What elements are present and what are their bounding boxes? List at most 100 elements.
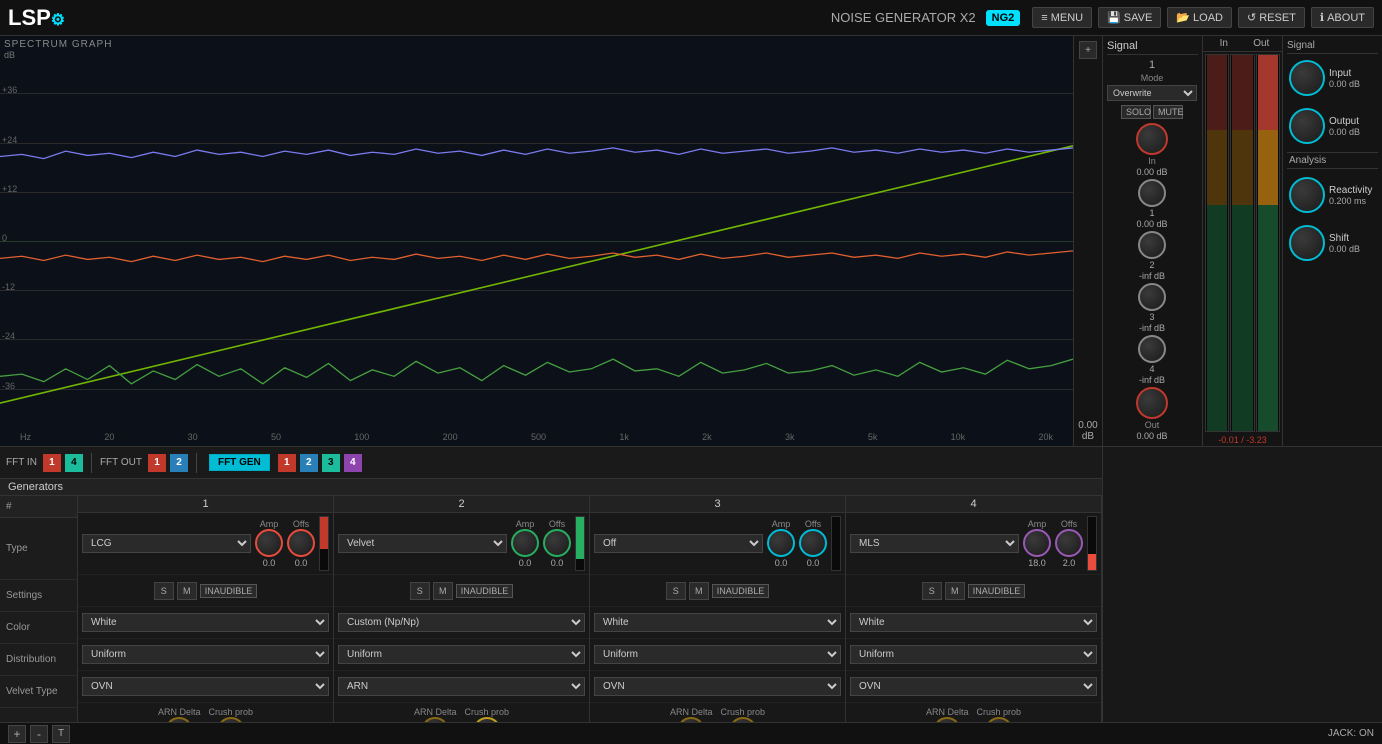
- gen-ch2-s-btn[interactable]: S: [410, 582, 430, 600]
- gen-ch2-m-btn[interactable]: M: [433, 582, 453, 600]
- gen-labels-col: # Type Settings Color Distribution Velve…: [0, 496, 78, 722]
- gen-ch1-amp-knob[interactable]: [255, 529, 283, 557]
- gen-ch3-crush-prob-knob[interactable]: [729, 717, 757, 722]
- gen-ch3-offs-knob[interactable]: [799, 529, 827, 557]
- gen-ch1-offs-val: 0.0: [295, 558, 308, 568]
- reset-button[interactable]: ↺ RESET: [1238, 7, 1305, 28]
- gen-ch1-type-select[interactable]: LCG: [82, 534, 251, 553]
- gen-ch2-offs-knob[interactable]: [543, 529, 571, 557]
- signal-ch1-h4-knob[interactable]: [1138, 335, 1166, 363]
- gen-ch2-crush-prob-knob[interactable]: [473, 717, 501, 722]
- reactivity-knob[interactable]: [1289, 177, 1325, 213]
- shift-label: Shift: [1329, 233, 1360, 244]
- signal-ch1-mode-label: Mode: [1141, 73, 1164, 83]
- gen-ch2-dist-select[interactable]: Uniform: [338, 645, 585, 664]
- gen-ch2-color-select[interactable]: Custom (Np/Np): [338, 613, 585, 632]
- gen-ch3-offs: Offs 0.0: [799, 519, 827, 568]
- fft-gen-btn-3[interactable]: 3: [322, 454, 340, 472]
- gen-ch2-color-row: Custom (Np/Np): [334, 607, 589, 639]
- gen-ch3-s-btn[interactable]: S: [666, 582, 686, 600]
- gen-ch1-s-btn[interactable]: S: [154, 582, 174, 600]
- gen-ch1-dist-select[interactable]: Uniform: [82, 645, 329, 664]
- gen-ch4-crush-row: ARN Delta 0.5000 Crush prob 50.0 CRUSH: [846, 703, 1101, 722]
- fft-gen-btn-4[interactable]: 4: [344, 454, 362, 472]
- gen-ch1-color-select[interactable]: White: [82, 613, 329, 632]
- gen-ch2-type-select[interactable]: Velvet: [338, 534, 507, 553]
- gen-color-label: Color: [0, 612, 77, 644]
- signal-ch1-h1-knob[interactable]: [1138, 179, 1166, 207]
- about-button[interactable]: ℹ ABOUT: [1311, 7, 1374, 28]
- signal-ch1-in-knob[interactable]: [1136, 123, 1168, 155]
- gen-ch4-amp-knob[interactable]: [1023, 529, 1051, 557]
- gen-ch2-velvet-select[interactable]: ARN: [338, 677, 585, 696]
- gen-ch1-crush-row: ARN Delta 0.5000 Crush prob 50.0 CRUSH: [78, 703, 333, 722]
- gen-ch3-velvet-select[interactable]: OVN: [594, 677, 841, 696]
- reset-icon: ↺: [1247, 11, 1256, 24]
- gen-ch3-m-btn[interactable]: M: [689, 582, 709, 600]
- gen-ch4-s-btn[interactable]: S: [922, 582, 942, 600]
- signal-label: Signal: [1107, 40, 1138, 52]
- gen-ch4-crush-prob-knob[interactable]: [985, 717, 1013, 722]
- signal-ch1-mute-btn[interactable]: MUTE: [1153, 105, 1183, 119]
- shift-knob[interactable]: [1289, 225, 1325, 261]
- gen-ch4-type-select[interactable]: MLS: [850, 534, 1019, 553]
- menu-button[interactable]: ≡ MENU: [1032, 7, 1092, 28]
- gen-ch1-inaudible-btn[interactable]: INAUDIBLE: [200, 584, 258, 598]
- gen-ch3-dist-select[interactable]: Uniform: [594, 645, 841, 664]
- right-panel: Signal 1 Mode Overwrite SOLO MUTE: [1102, 36, 1382, 722]
- fft-out-btn-1[interactable]: 1: [148, 454, 166, 472]
- zoom-in-button[interactable]: +: [1079, 41, 1097, 59]
- gen-ch4-arn-knob[interactable]: [933, 717, 961, 722]
- output-knob[interactable]: [1289, 108, 1325, 144]
- gen-ch1-amp-val: 0.0: [263, 558, 276, 568]
- jack-status: JACK: ON: [1328, 728, 1374, 739]
- signal-ch1-in-val: 0.00 dB: [1136, 167, 1167, 177]
- load-button[interactable]: 📂 LOAD: [1167, 7, 1232, 28]
- gen-ch3-color-select[interactable]: White: [594, 613, 841, 632]
- gen-ch2-inaudible-btn[interactable]: INAUDIBLE: [456, 584, 514, 598]
- gen-ch1-crush-prob-knob[interactable]: [217, 717, 245, 722]
- fft-gen-btn-2[interactable]: 2: [300, 454, 318, 472]
- gen-ch4-crush-prob: Crush prob 50.0: [976, 707, 1021, 722]
- app-title: NOISE GENERATOR X2: [85, 10, 976, 25]
- gen-ch1-m-btn[interactable]: M: [177, 582, 197, 600]
- fft-gen-button[interactable]: FFT GEN: [209, 454, 270, 471]
- add-button[interactable]: +: [8, 725, 26, 743]
- signal-ch1-out-knob[interactable]: [1136, 387, 1168, 419]
- fft-gen-btn-1[interactable]: 1: [278, 454, 296, 472]
- remove-button[interactable]: -: [30, 725, 48, 743]
- signal-ch1-h2-knob[interactable]: [1138, 231, 1166, 259]
- gen-ch1-arn-knob[interactable]: [165, 717, 193, 722]
- gen-ch2-amp-knob[interactable]: [511, 529, 539, 557]
- gen-ch4-dist-select[interactable]: Uniform: [850, 645, 1097, 664]
- spectrum-controls: + 0.00 dB: [1074, 36, 1102, 446]
- settings-t-button[interactable]: T: [52, 725, 70, 743]
- gen-ch4-velvet-select[interactable]: OVN: [850, 677, 1097, 696]
- gen-ch1-velvet-select[interactable]: OVN: [82, 677, 329, 696]
- gen-ch4-m-btn[interactable]: M: [945, 582, 965, 600]
- gen-ch4-inaudible-btn[interactable]: INAUDIBLE: [968, 584, 1026, 598]
- gen-ch3-inaudible-btn[interactable]: INAUDIBLE: [712, 584, 770, 598]
- input-val: 0.00 dB: [1329, 79, 1360, 89]
- signal-ch1-h3-knob[interactable]: [1138, 283, 1166, 311]
- fft-in-btn-4[interactable]: 4: [65, 454, 83, 472]
- gen-grid: # Type Settings Color Distribution Velve…: [0, 496, 1102, 717]
- gen-ch3-amp-knob[interactable]: [767, 529, 795, 557]
- in-header-label: In: [1205, 38, 1243, 49]
- fft-in-btn-1[interactable]: 1: [43, 454, 61, 472]
- save-button[interactable]: 💾 SAVE: [1098, 7, 1161, 28]
- gen-ch4-color-select[interactable]: White: [850, 613, 1097, 632]
- fft-out-btn-2[interactable]: 2: [170, 454, 188, 472]
- input-knob[interactable]: [1289, 60, 1325, 96]
- gen-channel-3: 3 Off Amp 0.0 Offs: [590, 496, 846, 722]
- signal-ch1-solo-btn[interactable]: SOLO: [1121, 105, 1151, 119]
- gen-ch2-arn-knob[interactable]: [421, 717, 449, 722]
- gen-ch4-settings-row: S M INAUDIBLE: [846, 575, 1101, 607]
- right-bottom: [1103, 446, 1382, 722]
- gen-ch3-type-select[interactable]: Off: [594, 534, 763, 553]
- input-label: Input: [1329, 68, 1360, 79]
- gen-ch4-offs-knob[interactable]: [1055, 529, 1083, 557]
- gen-ch3-arn-knob[interactable]: [677, 717, 705, 722]
- gen-ch1-offs-knob[interactable]: [287, 529, 315, 557]
- signal-ch1-mode-select[interactable]: Overwrite: [1107, 85, 1197, 101]
